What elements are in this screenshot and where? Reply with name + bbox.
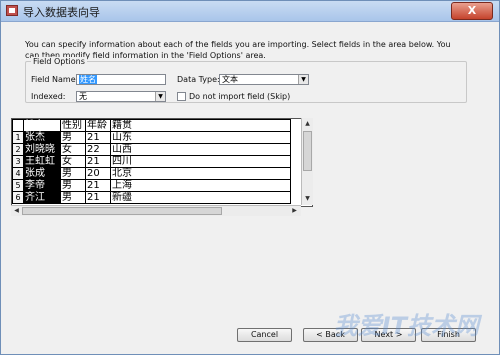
table-cell: 21 — [85, 155, 111, 168]
table-cell: 女 — [60, 143, 86, 156]
horizontal-scroll-thumb[interactable] — [22, 207, 222, 215]
table-row: 2 刘晓晓 女 22 山西 — [12, 143, 291, 156]
table-cell: 新疆 — [110, 191, 291, 204]
table-row: 3 王虹虹 女 21 四川 — [12, 155, 291, 168]
table-cell: 男 — [60, 131, 86, 144]
scroll-down-icon[interactable]: ▼ — [303, 194, 312, 203]
table-row: 1 张杰 男 21 山东 — [12, 131, 291, 144]
table-cell: 四川 — [110, 155, 291, 168]
table-cell: 男 — [60, 191, 86, 204]
data-type-select[interactable]: 文本 ▼ — [219, 74, 309, 85]
data-preview-grid[interactable]: 姓名 性别 年龄 籍贯 1 张杰 男 21 山东 2 刘晓晓 女 22 山西 3 — [11, 118, 313, 207]
table-row: 6 齐江 男 21 新疆 — [12, 191, 291, 204]
access-app-icon — [6, 5, 18, 16]
indexed-select[interactable]: 无 ▼ — [76, 91, 166, 102]
column-header[interactable]: 年龄 — [85, 119, 111, 132]
window-title: 导入数据表向导 — [23, 6, 100, 19]
chevron-down-icon[interactable]: ▼ — [155, 92, 165, 101]
field-options-legend: Field Options — [31, 57, 87, 66]
table-row: 5 李帝 男 21 上海 — [12, 179, 291, 192]
indexed-label: Indexed: — [31, 92, 66, 101]
scroll-up-icon[interactable]: ▲ — [303, 119, 312, 128]
header-row: 姓名 性别 年龄 籍贯 — [12, 119, 291, 132]
indexed-value: 无 — [79, 92, 87, 101]
table-cell: 上海 — [110, 179, 291, 192]
table-cell: 山西 — [110, 143, 291, 156]
data-type-value: 文本 — [222, 75, 238, 84]
table-cell: 21 — [85, 191, 111, 204]
row-number: 4 — [12, 167, 24, 180]
table-cell: 李帝 — [23, 179, 61, 192]
title-bar[interactable]: 导入数据表向导 X — [1, 1, 499, 22]
table-cell: 男 — [60, 167, 86, 180]
corner-cell — [12, 119, 24, 132]
vertical-scrollbar[interactable]: ▲ ▼ — [301, 118, 313, 205]
table-cell: 22 — [85, 143, 111, 156]
column-header[interactable]: 性别 — [60, 119, 86, 132]
table-cell: 北京 — [110, 167, 291, 180]
field-name-value: 姓名 — [79, 75, 97, 84]
row-number: 6 — [12, 191, 24, 204]
field-name-input[interactable]: 姓名 — [76, 74, 166, 85]
scroll-right-icon[interactable]: ▶ — [290, 206, 299, 215]
row-number: 1 — [12, 131, 24, 144]
skip-field-label: Do not import field (Skip) — [189, 92, 291, 101]
table-cell: 张杰 — [23, 131, 61, 144]
chevron-down-icon[interactable]: ▼ — [298, 75, 308, 84]
table-cell: 刘晓晓 — [23, 143, 61, 156]
field-name-label: Field Name: — [31, 75, 79, 84]
close-button[interactable]: X — [451, 2, 493, 20]
table-cell: 张成 — [23, 167, 61, 180]
table-cell: 山东 — [110, 131, 291, 144]
scroll-left-icon[interactable]: ◀ — [12, 206, 21, 215]
cancel-button[interactable]: Cancel — [237, 328, 292, 342]
table-cell: 男 — [60, 179, 86, 192]
table-cell: 王虹虹 — [23, 155, 61, 168]
row-number: 2 — [12, 143, 24, 156]
table-cell: 21 — [85, 179, 111, 192]
column-header[interactable]: 籍贯 — [110, 119, 291, 132]
watermark-logo: 我爱IT技术网 — [333, 312, 479, 340]
intro-text: You can specify information about each o… — [25, 40, 451, 60]
skip-field-checkbox[interactable] — [177, 92, 186, 101]
table-row: 4 张成 男 20 北京 — [12, 167, 291, 180]
horizontal-scrollbar[interactable]: ◀ ▶ — [11, 205, 301, 216]
import-wizard-window: 导入数据表向导 X You can specify information ab… — [0, 0, 500, 355]
data-type-label: Data Type: — [177, 75, 220, 84]
table-cell: 女 — [60, 155, 86, 168]
table-cell: 21 — [85, 131, 111, 144]
preview-table: 姓名 性别 年龄 籍贯 1 张杰 男 21 山东 2 刘晓晓 女 22 山西 3 — [12, 119, 291, 204]
row-number: 3 — [12, 155, 24, 168]
row-number: 5 — [12, 179, 24, 192]
table-cell: 齐江 — [23, 191, 61, 204]
table-cell: 20 — [85, 167, 111, 180]
column-header[interactable]: 姓名 — [23, 119, 61, 132]
vertical-scroll-thumb[interactable] — [303, 131, 312, 171]
